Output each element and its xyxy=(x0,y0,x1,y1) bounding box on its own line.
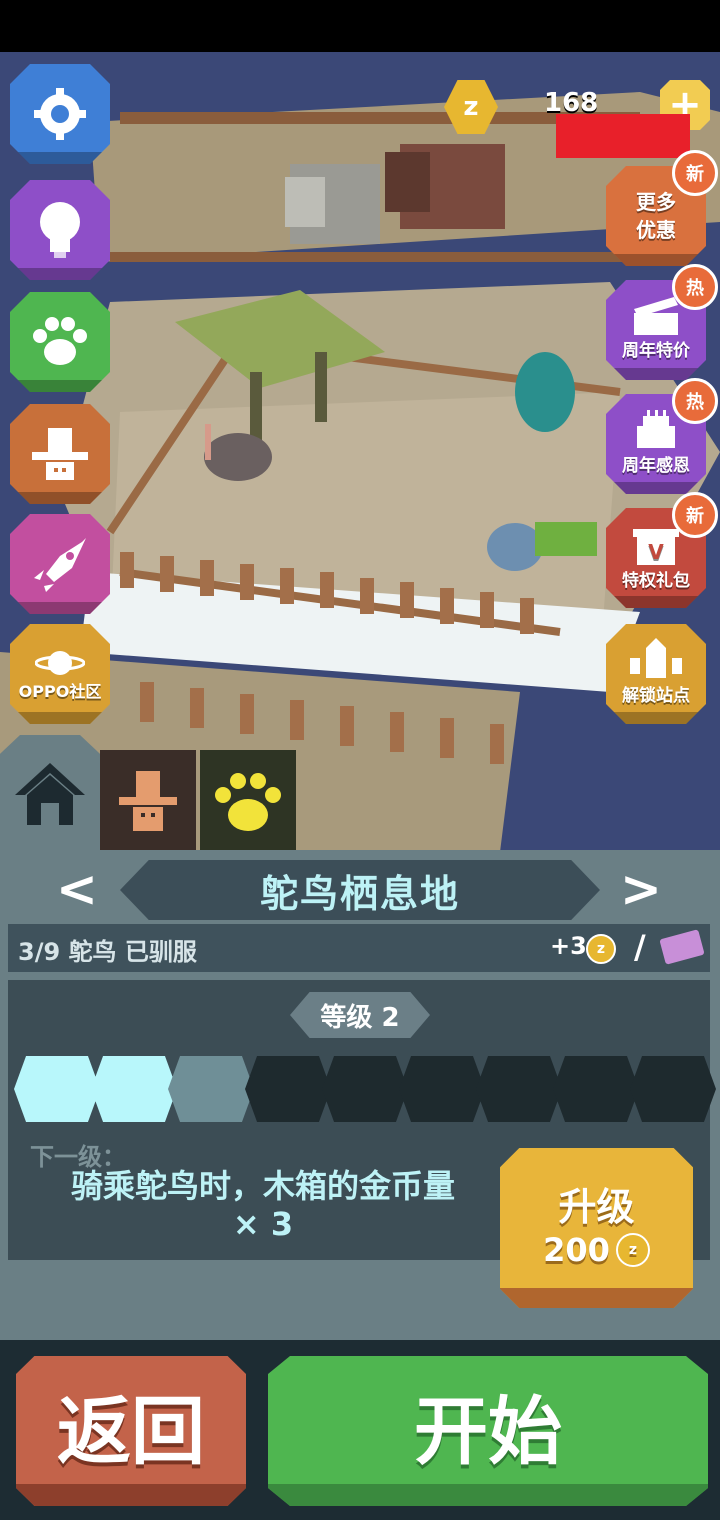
back-button-label: 返回 xyxy=(57,1388,205,1475)
privilege-pack-label: 特权礼包 xyxy=(622,571,690,591)
hot-badge: 热 xyxy=(672,378,718,424)
animals-button[interactable] xyxy=(10,292,110,392)
hint-button[interactable] xyxy=(10,180,110,280)
lightbulb-icon xyxy=(40,202,80,258)
tamed-info-row: 3/9 鸵鸟 已驯服 +3 z / xyxy=(8,924,710,972)
level-progress-segment xyxy=(245,1056,331,1122)
tab-habitat[interactable] xyxy=(0,735,100,853)
level-progress-segment xyxy=(322,1056,408,1122)
new-badge: 新 xyxy=(672,150,718,196)
level-progress-segment xyxy=(553,1056,639,1122)
cowboy-hat-icon xyxy=(32,428,88,480)
separator-slash: / xyxy=(634,928,646,966)
oppo-community-label: OPPO社区 xyxy=(18,682,102,701)
level-progress-segment xyxy=(399,1056,485,1122)
hats-button[interactable] xyxy=(10,404,110,504)
anniversary-deal-label: 周年特价 xyxy=(622,341,690,361)
prev-habitat-button[interactable]: < xyxy=(52,864,102,914)
next-level-desc-line1: 骑乘鸵鸟时，木箱的金币量 xyxy=(70,1167,455,1205)
coin-icon: z xyxy=(586,934,616,964)
anniversary-thanks-label: 周年感恩 xyxy=(622,456,690,476)
unlock-sites-button[interactable]: 解锁站点 xyxy=(606,624,706,724)
cake-icon xyxy=(637,410,675,448)
more-offers-label-1: 更多 xyxy=(636,190,676,214)
level-progress-segment xyxy=(476,1056,562,1122)
upgrade-cost: 200 xyxy=(543,1230,610,1269)
tab-hats[interactable] xyxy=(100,750,196,853)
habitat-panel: < 鸵鸟栖息地 > 3/9 鸵鸟 已驯服 +3 z / 等级 2 下一级： 骑乘… xyxy=(0,850,720,1340)
home-icon xyxy=(15,763,85,825)
coin-symbol: z xyxy=(463,92,479,122)
paw-icon xyxy=(33,317,87,365)
coin-icon: z xyxy=(444,80,498,134)
unlock-sites-label: 解锁站点 xyxy=(622,686,690,706)
level-label: 等级 2 xyxy=(290,992,430,1038)
rocket-icon xyxy=(34,538,86,592)
level-progress-segment xyxy=(168,1056,254,1122)
back-button[interactable]: 返回 xyxy=(16,1356,246,1506)
status-bar xyxy=(0,0,720,52)
next-level-description: 骑乘鸵鸟时，木箱的金币量 × 3 xyxy=(28,1167,498,1243)
gift-v-letter: V xyxy=(648,540,664,564)
upgrade-button[interactable]: 升级 200 z xyxy=(500,1148,693,1308)
rocket-button[interactable] xyxy=(10,514,110,614)
coin-bonus: +3 xyxy=(550,932,587,960)
level-progress-bar xyxy=(14,1056,716,1124)
paw-icon xyxy=(215,772,281,831)
new-badge: 新 xyxy=(672,492,718,538)
next-level-desc-line2: × 3 xyxy=(232,1205,294,1243)
start-button-label: 开始 xyxy=(414,1388,562,1475)
settings-icon xyxy=(34,88,86,140)
tab-animals[interactable] xyxy=(200,750,296,853)
start-button[interactable]: 开始 xyxy=(268,1356,708,1506)
unlock-site-icon xyxy=(630,638,682,678)
upgrade-label: 升级 xyxy=(558,1184,635,1229)
panel-tabs xyxy=(0,735,720,853)
redacted-area xyxy=(556,114,690,158)
more-offers-label-2: 优惠 xyxy=(636,218,676,242)
ticket-icon xyxy=(659,929,705,965)
habitat-title: 鸵鸟栖息地 xyxy=(120,860,600,920)
cowboy-hat-icon xyxy=(119,770,177,831)
upgrade-cost-row: 200 z xyxy=(543,1231,650,1269)
next-level-box: 下一级： 骑乘鸵鸟时，木箱的金币量 × 3 xyxy=(8,1137,488,1257)
tamed-count: 3/9 鸵鸟 已驯服 xyxy=(18,938,197,966)
oppo-community-button[interactable]: OPPO社区 xyxy=(10,624,110,724)
oppo-community-icon xyxy=(35,651,85,675)
level-progress-segment xyxy=(14,1056,100,1122)
level-progress-segment xyxy=(630,1056,716,1122)
gift-icon: V xyxy=(633,529,679,565)
hot-badge: 热 xyxy=(672,264,718,310)
settings-button[interactable] xyxy=(10,64,110,164)
next-habitat-button[interactable]: > xyxy=(616,864,666,914)
level-progress-segment xyxy=(91,1056,177,1122)
clapperboard-icon xyxy=(634,297,678,335)
coin-icon: z xyxy=(615,1232,650,1267)
